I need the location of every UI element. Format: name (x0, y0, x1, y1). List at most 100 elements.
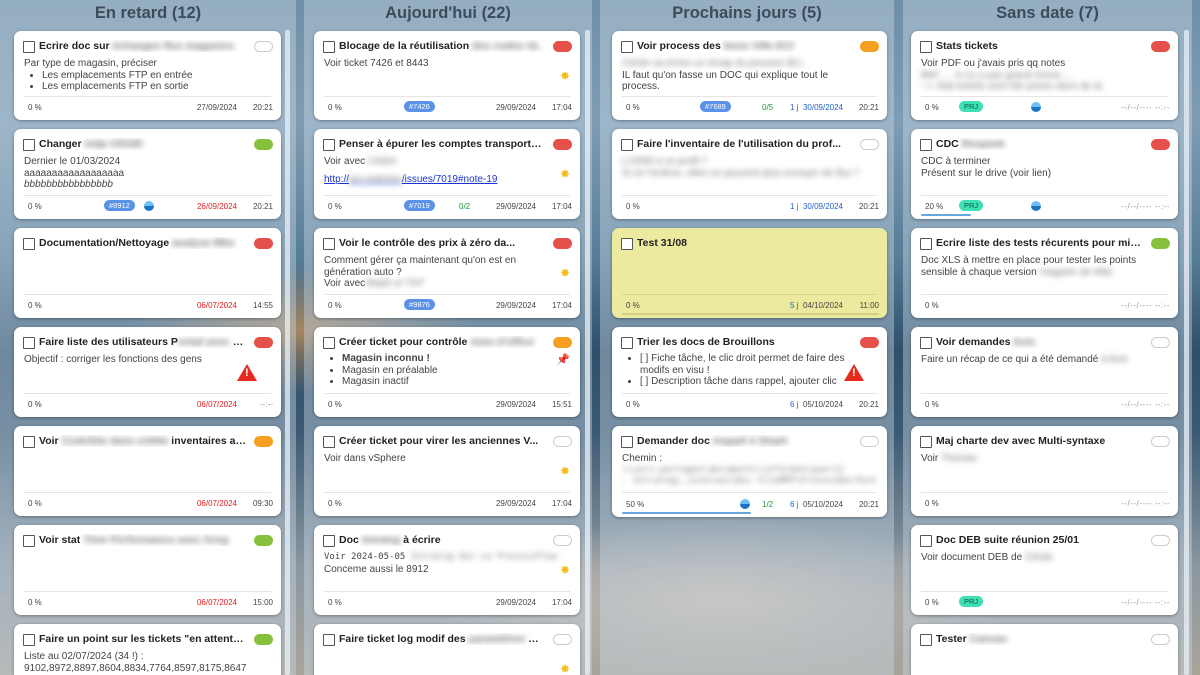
priority-dot[interactable] (254, 238, 273, 249)
pin-icon[interactable]: 📌 (556, 353, 570, 366)
priority-dot[interactable] (860, 436, 879, 447)
ticket-tag[interactable]: #8912 (104, 200, 135, 211)
task-card[interactable]: Ecrire doc sur échanges flux magasins Pa… (14, 31, 281, 120)
task-card[interactable]: Faire liste des utilisateurs Portail ave… (14, 327, 281, 417)
task-card[interactable]: Créer ticket pour virer les anciennes V.… (314, 426, 580, 516)
checkbox-icon[interactable] (621, 238, 633, 250)
task-card[interactable]: Voir demandes Axis Faire un récap de ce … (911, 327, 1178, 417)
task-card[interactable]: Tester Canvas (911, 624, 1178, 675)
priority-dot[interactable] (1151, 139, 1170, 150)
checkbox-icon[interactable] (323, 337, 335, 349)
task-card[interactable]: Faire l'inventaire de l'utilisation du p… (612, 129, 887, 219)
priority-dot[interactable] (553, 41, 572, 52)
checkbox-icon[interactable] (23, 139, 35, 151)
priority-dot[interactable] (1151, 535, 1170, 546)
priority-dot[interactable] (254, 634, 273, 645)
star-icon[interactable]: ✸ (560, 69, 570, 83)
star-icon[interactable]: ✸ (560, 266, 570, 280)
scrollbar[interactable] (1184, 30, 1189, 675)
task-card[interactable]: Voir process des bons Ville ECI Cécile v… (612, 31, 887, 120)
priority-dot[interactable] (1151, 337, 1170, 348)
task-card[interactable]: Doc DEB suite réunion 25/01 Voir documen… (911, 525, 1178, 615)
star-icon[interactable]: ✸ (560, 662, 570, 675)
priority-dot[interactable] (254, 41, 273, 52)
checkbox-icon[interactable] (23, 238, 35, 250)
scrollbar[interactable] (585, 30, 590, 675)
priority-dot[interactable] (1151, 238, 1170, 249)
task-card[interactable]: Ecrire liste des tests récurents pour mi… (911, 228, 1178, 318)
ticket-tag[interactable]: #7019 (404, 200, 435, 211)
checkbox-icon[interactable] (23, 634, 35, 646)
priority-dot[interactable] (860, 337, 879, 348)
checkbox-icon[interactable] (323, 139, 335, 151)
checkbox-icon[interactable] (920, 634, 932, 646)
task-card[interactable]: Faire ticket log modif des paramètres Mb… (314, 624, 580, 675)
checkbox-icon[interactable] (920, 436, 932, 448)
checkbox-icon[interactable] (323, 535, 335, 547)
checkbox-icon[interactable] (23, 535, 35, 547)
issue-link[interactable]: http://srv-redmine/issues/7019#note-19 (324, 174, 570, 186)
priority-dot[interactable] (254, 139, 273, 150)
checkbox-icon[interactable] (920, 535, 932, 547)
ticket-tag[interactable]: #7689 (700, 101, 731, 112)
checkbox-icon[interactable] (323, 634, 335, 646)
priority-dot[interactable] (254, 337, 273, 348)
star-icon[interactable]: ✸ (560, 167, 570, 181)
ticket-tag[interactable]: #7426 (404, 101, 435, 112)
checkbox-icon[interactable] (23, 41, 35, 53)
project-tag[interactable]: PRJ (959, 200, 984, 211)
ticket-tag[interactable]: #9876 (404, 299, 435, 310)
task-card[interactable]: Stats tickets Voir PDF ou j'avais pris q… (911, 31, 1178, 120)
priority-dot[interactable] (553, 535, 572, 546)
task-card[interactable]: Voir CodeSite dans entête inventaires av… (14, 426, 281, 516)
task-card[interactable]: CDC Rexpeek CDC à terminer Présent sur l… (911, 129, 1178, 219)
checkbox-icon[interactable] (23, 337, 35, 349)
star-icon[interactable]: ✸ (560, 464, 570, 478)
checkbox-icon[interactable] (920, 139, 932, 151)
checkbox-icon[interactable] (920, 41, 932, 53)
task-description: Chemin : \\serv-partages\documents\infor… (622, 453, 877, 486)
checkbox-icon[interactable] (621, 139, 633, 151)
priority-dot[interactable] (553, 436, 572, 447)
checkbox-icon[interactable] (920, 337, 932, 349)
task-card[interactable]: Faire un point sur les tickets "en atten… (14, 624, 281, 675)
priority-dot[interactable] (1151, 436, 1170, 447)
checkbox-icon[interactable] (621, 337, 633, 349)
task-card[interactable]: Créer ticket pour contrôle mise d'office… (314, 327, 580, 417)
scrollbar[interactable] (285, 30, 290, 675)
task-card[interactable]: Doc Intralog à écrire Voir 2024-05-05 In… (314, 525, 580, 615)
priority-dot[interactable] (553, 238, 572, 249)
task-card[interactable]: Maj charte dev avec Multi-syntaxe Voir T… (911, 426, 1178, 516)
checkbox-icon[interactable] (621, 41, 633, 53)
task-card[interactable]: Trier les docs de Brouillons [ ] Fiche t… (612, 327, 887, 417)
priority-dot[interactable] (1151, 41, 1170, 52)
task-title: Demander doc inappli à Steph (637, 435, 788, 447)
task-card[interactable]: Blocage de la réutilisation des codes UL… (314, 31, 580, 120)
priority-dot[interactable] (1151, 634, 1170, 645)
priority-dot[interactable] (553, 337, 572, 348)
checkbox-icon[interactable] (323, 238, 335, 250)
priority-dot[interactable] (254, 535, 273, 546)
checkbox-icon[interactable] (323, 41, 335, 53)
star-icon[interactable]: ✸ (560, 563, 570, 577)
checkbox-icon[interactable] (621, 436, 633, 448)
priority-dot[interactable] (254, 436, 273, 447)
due-time: 17:04 (551, 202, 572, 211)
task-card[interactable]: Voir stat Time Performance avec Greg 0 %… (14, 525, 281, 615)
project-tag[interactable]: PRJ (959, 596, 984, 607)
task-card[interactable]: Documentation/Nettoyage analyse Mbs 0 % … (14, 228, 281, 318)
checkbox-icon[interactable] (920, 238, 932, 250)
column-title: Prochains jours (5) (672, 4, 822, 22)
checkbox-icon[interactable] (323, 436, 335, 448)
task-card[interactable]: Demander doc inappli à Steph Chemin : \\… (612, 426, 887, 517)
task-card[interactable]: Test 31/08 0 % 5 j 04/10/2024 11:00 (612, 228, 887, 318)
priority-dot[interactable] (553, 139, 572, 150)
priority-dot[interactable] (860, 41, 879, 52)
priority-dot[interactable] (860, 139, 879, 150)
checkbox-icon[interactable] (23, 436, 35, 448)
task-card[interactable]: Changer mdp CEGID Dernier le 01/03/2024 … (14, 129, 281, 219)
priority-dot[interactable] (553, 634, 572, 645)
task-card[interactable]: Voir le contrôle des prix à zéro da... C… (314, 228, 580, 318)
project-tag[interactable]: PRJ (959, 101, 984, 112)
task-card[interactable]: Penser à épurer les comptes transporteur… (314, 129, 580, 219)
